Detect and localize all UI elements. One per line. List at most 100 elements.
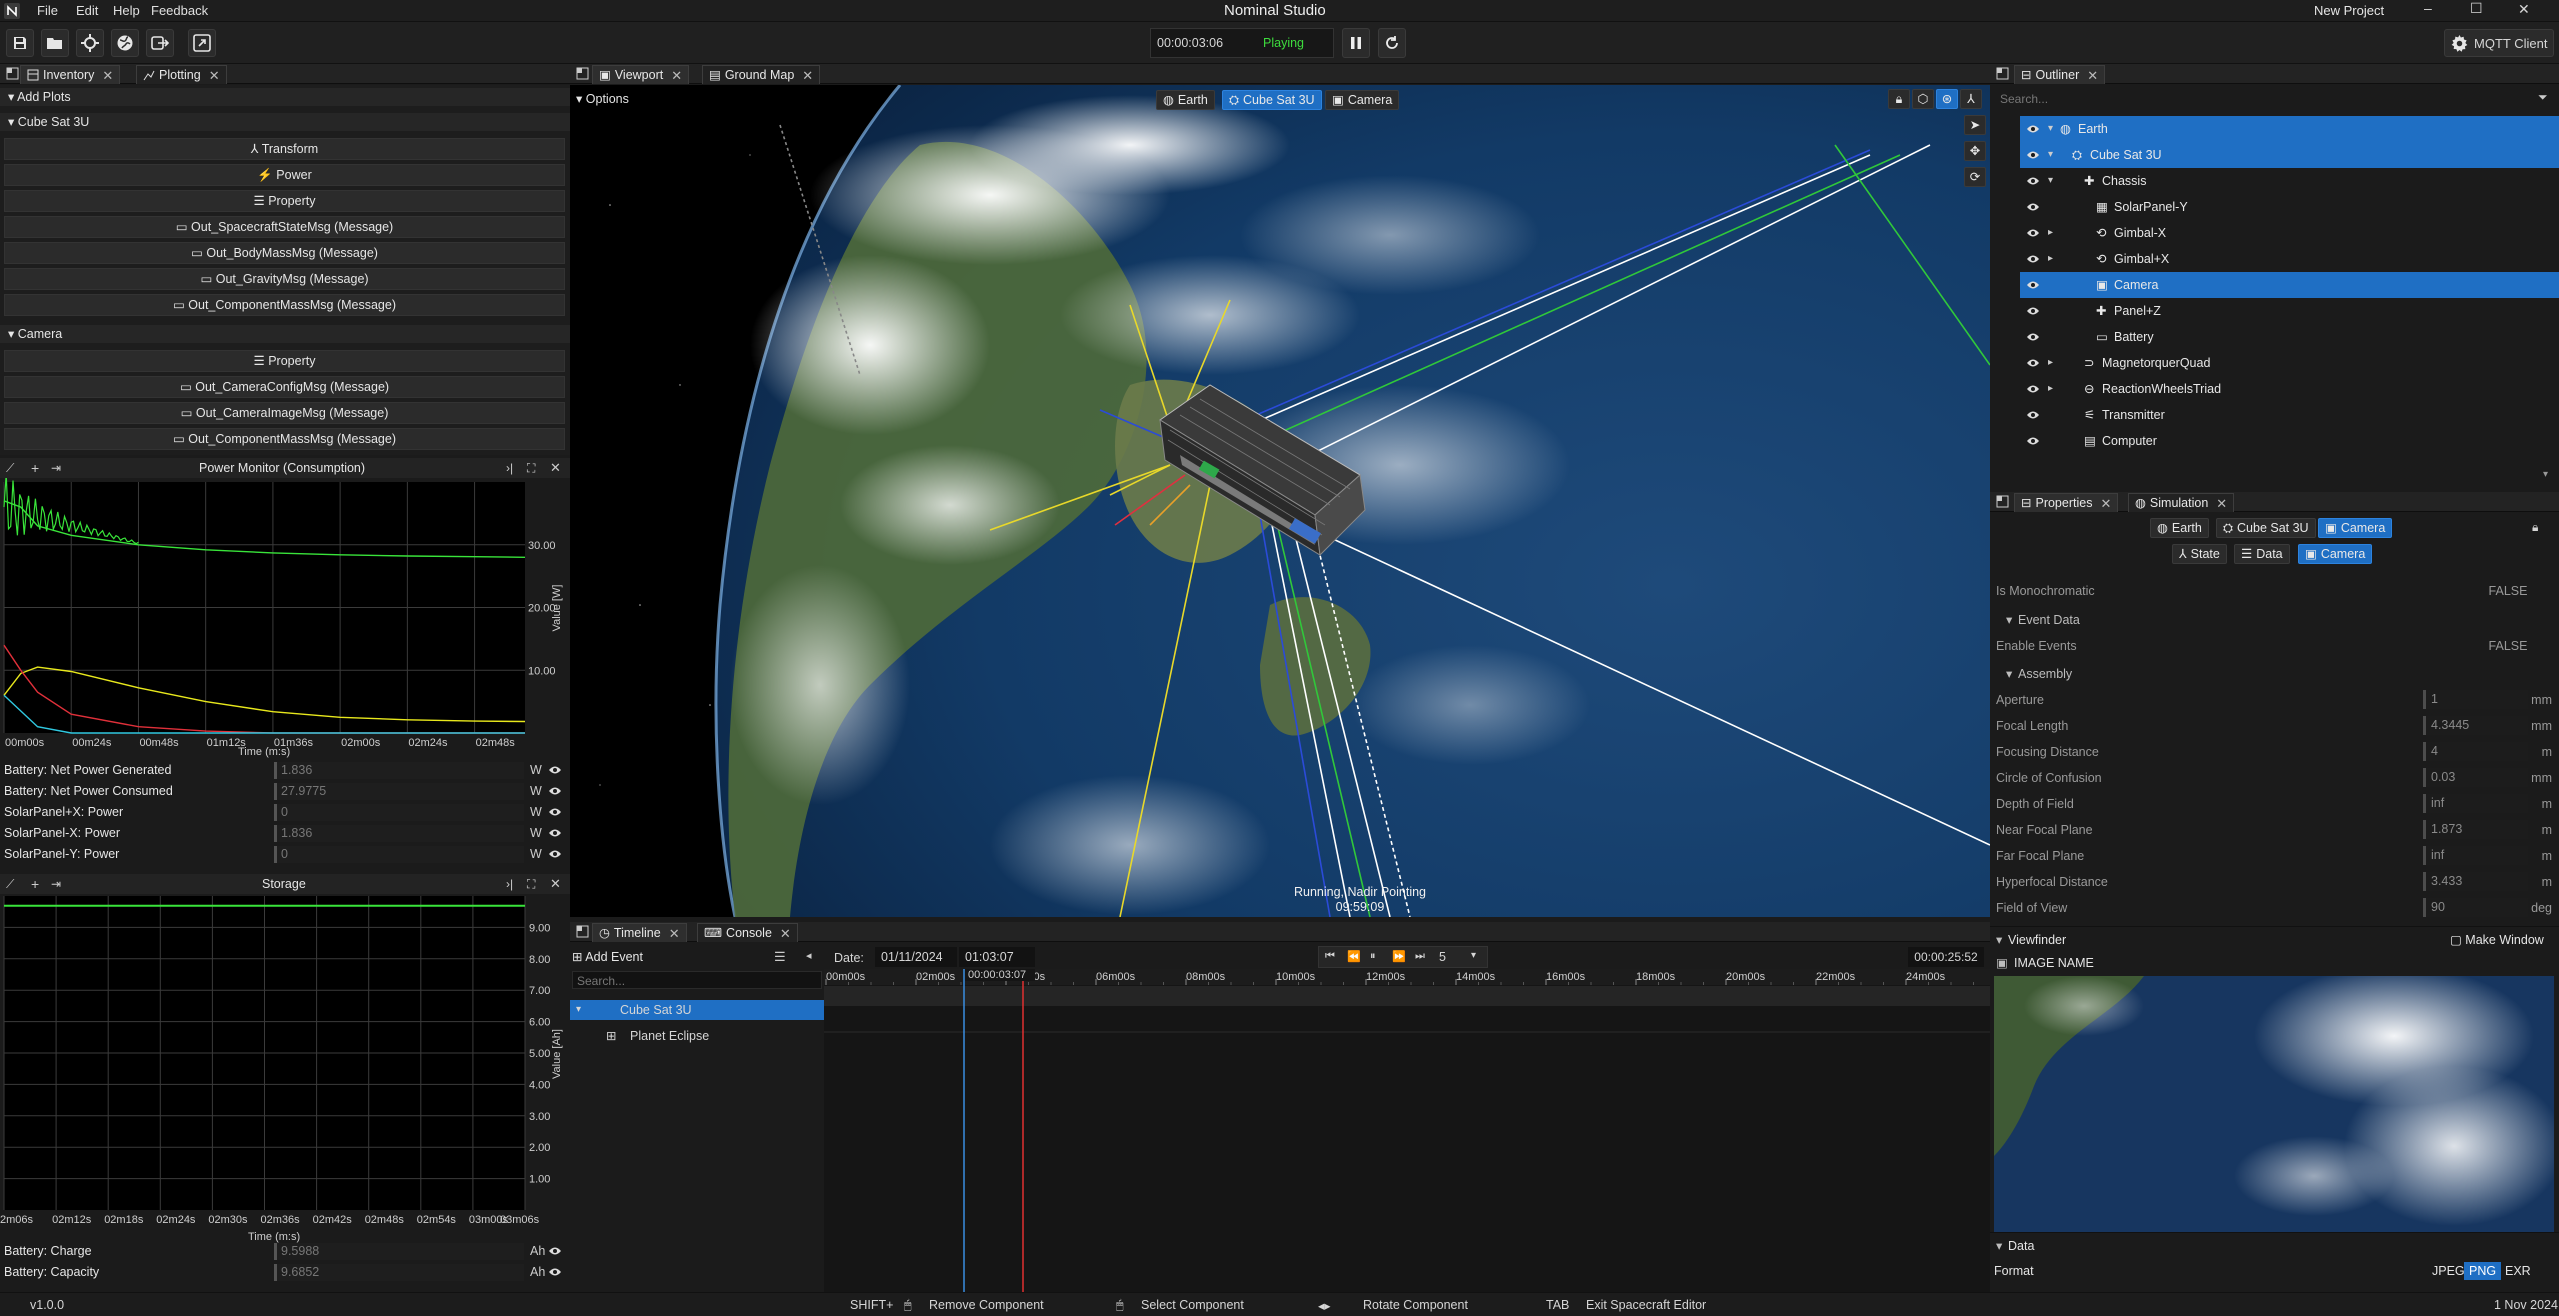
expander-icon[interactable]: ▾	[2048, 116, 2053, 142]
format-exr[interactable]: EXR	[2501, 1262, 2535, 1280]
new-window-button[interactable]	[188, 29, 216, 57]
timeline-track-area[interactable]: 00m00s02m00s04m00s06m00s08m00s10m00s12m0…	[824, 969, 1990, 1292]
skip-start-icon[interactable]: ⏮	[1325, 950, 1335, 963]
outliner-item[interactable]: ✚ Panel+Z	[2020, 298, 2559, 324]
close-icon[interactable]: ✕	[209, 66, 220, 85]
tab-plotting[interactable]: Plotting ✕	[136, 65, 227, 84]
prop-chip-earth[interactable]: ◍ Earth	[2150, 518, 2209, 538]
cube-view-button[interactable]: ⬡	[1912, 89, 1934, 109]
fullscreen-icon[interactable]: ⛶	[527, 461, 535, 476]
menu-file[interactable]: File	[37, 3, 58, 18]
expander-icon[interactable]: ▸	[2048, 376, 2053, 402]
expander-icon[interactable]: ▾	[2048, 168, 2053, 194]
eye-icon[interactable]	[548, 807, 562, 817]
eye-icon[interactable]	[548, 828, 562, 838]
export-plot-icon[interactable]: ⇥	[51, 461, 61, 475]
menu-edit[interactable]: Edit	[76, 3, 98, 18]
outliner-item[interactable]: ▦ SolarPanel-Y	[2020, 194, 2559, 220]
lock-icon[interactable]: 🔒︎	[2532, 520, 2538, 535]
outliner-item[interactable]: ▾ ⛭ Cube Sat 3U	[2020, 142, 2559, 168]
project-name[interactable]: New Project	[2314, 3, 2384, 18]
date-field[interactable]: 01/11/2024	[875, 947, 957, 967]
eye-icon[interactable]	[2026, 254, 2040, 264]
eye-icon[interactable]	[2026, 410, 2040, 420]
eye-icon[interactable]	[2026, 176, 2040, 186]
outliner-item[interactable]: ▤ Computer	[2020, 428, 2559, 454]
add-plot-transform[interactable]: ⅄ Transform	[4, 138, 565, 160]
expander-icon[interactable]: ▸	[2048, 220, 2053, 246]
plot-settings-icon[interactable]: ⟋	[6, 461, 14, 476]
prop-chip-data[interactable]: ☰ Data	[2234, 544, 2290, 564]
prop-value-field[interactable]: inf	[2423, 846, 2528, 865]
eye-icon[interactable]	[2026, 150, 2040, 160]
speed-value[interactable]: 5	[1439, 950, 1446, 964]
prop-chip-camera[interactable]: ▣ Camera	[2318, 518, 2393, 538]
expander-icon[interactable]: ▾	[2048, 142, 2053, 168]
viewport-options[interactable]: ▾ Options	[576, 91, 629, 106]
export-button[interactable]	[146, 29, 174, 57]
center-button[interactable]	[76, 29, 104, 57]
pause-icon[interactable]: ⏸	[1370, 950, 1376, 963]
tab-viewport[interactable]: ▣ Viewport ✕	[592, 65, 690, 85]
track-planet-eclipse[interactable]: ⊞ Planet Eclipse	[570, 1026, 824, 1046]
eye-icon[interactable]	[548, 765, 562, 775]
3d-viewport[interactable]: ▾ Options ◍ Earth ⛭ Cube Sat 3U ▣ Camera 🔒︎…	[570, 85, 1990, 917]
eye-icon[interactable]	[2026, 306, 2040, 316]
add-event-button[interactable]: ⊞ Add Event	[572, 947, 652, 967]
eye-icon[interactable]	[2026, 228, 2040, 238]
prop-chip-cubesat[interactable]: ⛭ Cube Sat 3U	[2216, 518, 2316, 538]
tab-simulation[interactable]: ◍ Simulation ✕	[2128, 493, 2235, 512]
skip-end-icon[interactable]: ⏭	[1415, 950, 1425, 963]
eye-icon[interactable]	[548, 786, 562, 796]
add-plot-property[interactable]: ☰ Property	[4, 350, 565, 372]
close-icon[interactable]: ✕	[671, 66, 682, 85]
time-field[interactable]: 01:03:07	[959, 947, 1035, 967]
collapse-icon[interactable]: ›|	[506, 877, 513, 891]
close-icon[interactable]: ✕	[802, 66, 813, 85]
timeline-search[interactable]: Search...	[572, 971, 822, 989]
outliner-item[interactable]: ▸ ⟲ Gimbal+X	[2020, 246, 2559, 272]
fast-forward-icon[interactable]: ⏩	[1392, 950, 1406, 963]
orbit-view-button[interactable]: ⊛	[1936, 89, 1958, 109]
panel-menu-icon[interactable]	[576, 925, 589, 938]
add-series-icon[interactable]: +	[31, 460, 39, 476]
export-plot-icon[interactable]: ⇥	[51, 877, 61, 891]
prop-chip-state[interactable]: ⅄ State	[2172, 544, 2227, 564]
eye-icon[interactable]	[2026, 436, 2040, 446]
track-cubesat[interactable]: ▾ Cube Sat 3U	[570, 1000, 824, 1020]
prop-flag[interactable]: FALSE	[2468, 578, 2548, 604]
prop-value-field[interactable]: 1.873	[2423, 820, 2528, 839]
tab-console[interactable]: ⌨ Console ✕	[697, 923, 798, 942]
format-png[interactable]: PNG	[2464, 1262, 2502, 1280]
axes-view-button[interactable]: ⅄	[1960, 89, 1982, 109]
filter-icon[interactable]: ⏷	[2538, 90, 2548, 105]
prop-value-field[interactable]: 0.03	[2423, 768, 2528, 787]
event-data-header[interactable]: ▾ Event Data	[1990, 607, 2559, 633]
panel-menu-icon[interactable]	[1996, 67, 2009, 80]
open-button[interactable]	[41, 29, 69, 57]
tab-ground-map[interactable]: ▤ Ground Map ✕	[702, 65, 821, 85]
close-icon[interactable]: ✕	[2087, 66, 2098, 85]
prop-value-field[interactable]: 4.3445	[2423, 716, 2528, 735]
prop-flag[interactable]: FALSE	[2468, 633, 2548, 659]
add-plot-message[interactable]: ▭ Out_GravityMsg (Message)	[4, 268, 565, 290]
outliner-item[interactable]: ▣ Camera	[2020, 272, 2559, 298]
view-chip-cubesat[interactable]: ⛭ Cube Sat 3U	[1222, 90, 1322, 110]
tab-timeline[interactable]: ◷ Timeline ✕	[592, 923, 687, 942]
reset-button[interactable]	[1378, 28, 1406, 58]
prop-value-field[interactable]: 3.433	[2423, 872, 2528, 891]
eye-icon[interactable]	[2026, 332, 2040, 342]
view-chip-earth[interactable]: ◍ Earth	[1156, 90, 1215, 110]
chevron-down-icon[interactable]: ▾	[1471, 950, 1476, 961]
eye-icon[interactable]	[2026, 358, 2040, 368]
prop-value-field[interactable]: inf	[2423, 794, 2528, 813]
close-window-button[interactable]: ✕	[2518, 1, 2530, 18]
add-plot-message[interactable]: ▭ Out_CameraConfigMsg (Message)	[4, 376, 565, 398]
group-header-camera[interactable]: ▾ Camera	[0, 325, 570, 343]
prop-value-field[interactable]: 90	[2423, 898, 2528, 917]
outliner-search[interactable]: Search...	[1994, 91, 2534, 107]
add-plots-header[interactable]: ▾ Add Plots	[0, 88, 570, 106]
mqtt-client-button[interactable]: MQTT Client	[2444, 29, 2554, 57]
menu-feedback[interactable]: Feedback	[151, 3, 208, 18]
pause-button[interactable]	[1342, 28, 1370, 58]
